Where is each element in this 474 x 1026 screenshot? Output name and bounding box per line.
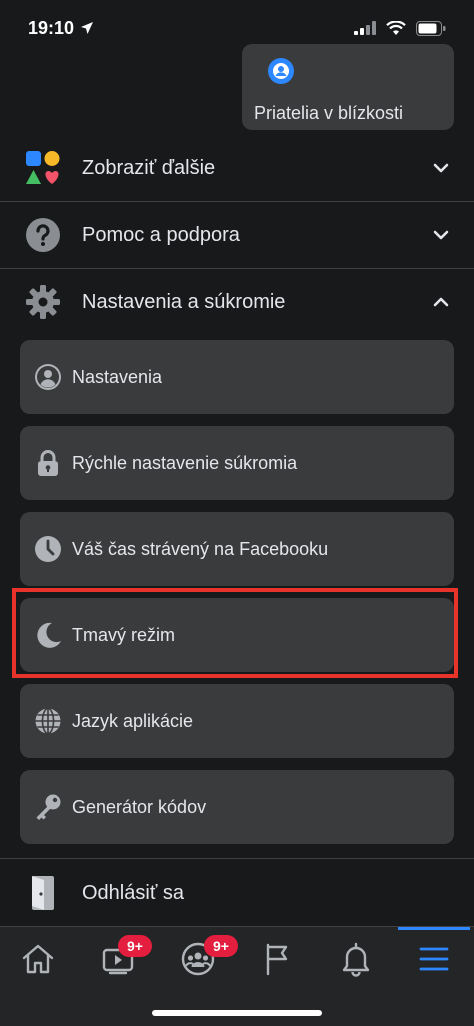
location-arrow-icon xyxy=(81,22,94,34)
section-logout[interactable]: Odhlásiť sa xyxy=(0,860,474,926)
section-help-support-label: Pomoc a podpora xyxy=(82,223,240,246)
settings-item-label: Jazyk aplikácie xyxy=(72,710,194,731)
settings-item-dark-mode[interactable]: Tmavý režim xyxy=(20,598,454,672)
nearby-friends-icon xyxy=(268,58,294,84)
chevron-down-icon xyxy=(433,230,449,240)
groups-badge: 9+ xyxy=(204,935,238,957)
status-time: 19:10 xyxy=(28,18,94,39)
wifi-icon xyxy=(386,20,406,35)
globe-icon xyxy=(35,707,61,735)
home-icon[interactable] xyxy=(18,939,58,979)
menu-icon[interactable] xyxy=(414,939,454,979)
settings-item-code-generator[interactable]: Generátor kódov xyxy=(20,770,454,844)
nearby-friends-label: Priatelia v blízkosti xyxy=(254,103,404,123)
gear-icon xyxy=(26,285,60,319)
home-indicator xyxy=(152,1010,322,1016)
person-circle-icon xyxy=(35,364,61,390)
watch-badge: 9+ xyxy=(118,935,152,957)
section-settings-privacy-label: Nastavenia a súkromie xyxy=(82,290,286,313)
nearby-friends-card[interactable]: Priatelia v blízkosti xyxy=(242,44,454,130)
divider xyxy=(0,858,474,859)
settings-item-label: Rýchle nastavenie súkromia xyxy=(72,452,298,473)
active-tab-indicator xyxy=(398,927,470,930)
settings-item-privacy-shortcuts[interactable]: Rýchle nastavenie súkromia xyxy=(20,426,454,500)
settings-item-settings[interactable]: Nastavenia xyxy=(20,340,454,414)
settings-item-label: Generátor kódov xyxy=(72,796,207,817)
settings-item-label: Tmavý režim xyxy=(72,624,175,645)
settings-item-label: Nastavenia xyxy=(72,366,163,387)
lock-icon xyxy=(38,450,58,476)
settings-item-app-language[interactable]: Jazyk aplikácie xyxy=(20,684,454,758)
chevron-up-icon xyxy=(433,297,449,307)
settings-item-time-on-facebook[interactable]: Váš čas strávený na Facebooku xyxy=(20,512,454,586)
section-logout-label: Odhlásiť sa xyxy=(82,881,184,904)
shapes-icon xyxy=(26,151,60,184)
section-show-more[interactable]: Zobraziť ďalšie xyxy=(0,135,474,201)
settings-item-label: Váš čas strávený na Facebooku xyxy=(72,538,329,559)
status-indicators xyxy=(354,20,446,36)
battery-icon xyxy=(416,20,446,36)
clock-icon xyxy=(35,536,61,562)
menu-screen: 19:10 Priatelia v blízkosti Zobraziť ďal… xyxy=(0,0,474,1026)
door-icon xyxy=(32,876,54,910)
chevron-down-icon xyxy=(433,163,449,173)
section-show-more-label: Zobraziť ďalšie xyxy=(82,156,216,179)
section-help-support[interactable]: Pomoc a podpora xyxy=(0,202,474,268)
signal-icon xyxy=(354,21,376,35)
moon-icon xyxy=(37,622,61,648)
section-settings-privacy[interactable]: Nastavenia a súkromie xyxy=(0,269,474,335)
clock-text: 19:10 xyxy=(28,17,75,38)
question-icon xyxy=(26,218,60,252)
flag-icon[interactable] xyxy=(258,939,298,979)
key-icon xyxy=(36,794,61,820)
bell-icon[interactable] xyxy=(336,939,376,979)
